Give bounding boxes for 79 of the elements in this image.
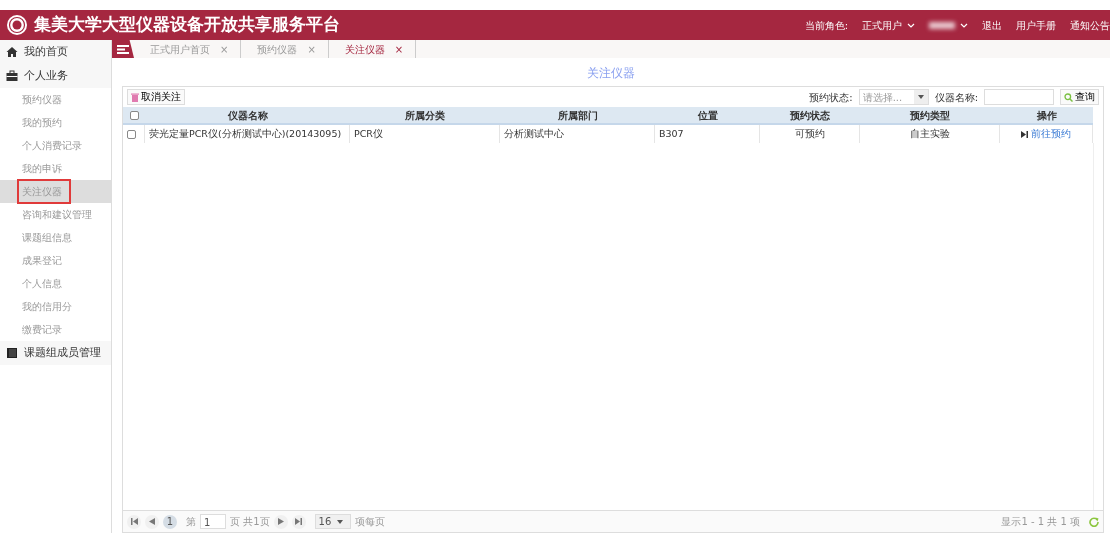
name-input-field[interactable]	[984, 89, 1054, 105]
page-count: 页 共1页	[230, 515, 270, 529]
role-label: 当前角色:	[804, 18, 848, 33]
page-size-select[interactable]: 16	[314, 514, 351, 529]
header-link[interactable]: 退出	[982, 17, 1002, 33]
briefcase-icon	[6, 70, 18, 82]
last-icon	[295, 518, 303, 525]
site-title: 集美大学大型仪器设备开放共享服务平台	[34, 13, 340, 37]
table-cell: 可预约	[760, 125, 860, 143]
first-page-button[interactable]	[127, 514, 141, 529]
caret-icon	[917, 95, 924, 99]
caret-icon	[337, 519, 344, 524]
filter-label: 仪器名称:	[934, 90, 978, 105]
home-icon	[6, 46, 18, 58]
sidebar-item[interactable]: 关注仪器	[0, 180, 111, 203]
sidebar-group[interactable]: 我的首页	[0, 40, 111, 64]
search-button[interactable]: 查询	[1060, 89, 1099, 105]
sidebar-group[interactable]: 课题组成员管理	[0, 341, 111, 365]
close-button[interactable]: ×	[394, 41, 404, 57]
chevron-icon	[960, 22, 968, 28]
page-input-field[interactable]: 1	[200, 514, 226, 529]
select-all-checkbox[interactable]	[129, 110, 139, 120]
header-link[interactable]: 通知公告	[1070, 17, 1110, 33]
logo-icon	[6, 14, 28, 36]
reserve-link[interactable]: 前往预约	[1021, 126, 1071, 142]
trash-icon	[131, 92, 139, 102]
sidebar-item[interactable]: 预约仪器	[0, 88, 111, 111]
sidebar-item[interactable]: 我的预约	[0, 111, 111, 134]
sidebar-item[interactable]: 我的申诉	[0, 157, 111, 180]
table-cell: 分析测试中心	[500, 125, 655, 143]
first-icon	[130, 518, 138, 525]
skip-icon	[1021, 130, 1029, 138]
column-header: 位置	[655, 107, 760, 125]
close-button[interactable]: ×	[220, 41, 229, 57]
table-cell: 自主实验	[860, 125, 1000, 143]
table-cell: 荧光定量PCR仪(分析测试中心)(20143095)	[145, 125, 350, 143]
role-dropdown[interactable]: 正式用户	[862, 17, 915, 33]
tab[interactable]: 预约仪器 ×	[241, 40, 329, 58]
sidebar-item[interactable]: 成果登记	[0, 249, 111, 272]
record-summary: 显示1 - 1 共 1 项	[1001, 515, 1080, 529]
book-icon	[6, 347, 18, 359]
sidebar-item[interactable]: 个人信息	[0, 272, 111, 295]
column-header: 预约状态	[760, 107, 860, 125]
prev-page-button[interactable]	[145, 514, 159, 529]
header-link[interactable]: 用户手册	[1016, 17, 1056, 33]
last-page-button[interactable]	[291, 514, 306, 529]
user-dropdown[interactable]	[929, 21, 968, 29]
search-icon	[1064, 92, 1073, 102]
per-page-label: 项每页	[354, 515, 385, 529]
filter-label: 预约状态:	[809, 90, 853, 105]
page-label: 第	[186, 515, 196, 529]
sidebar-item[interactable]: 咨询和建议管理	[0, 203, 111, 226]
column-header: 所属分类	[350, 107, 500, 125]
tab[interactable]: 关注仪器 ×	[328, 40, 417, 58]
sidebar-group[interactable]: 个人业务	[0, 64, 111, 88]
column-header: 操作	[1000, 107, 1093, 125]
prev-icon	[149, 518, 155, 525]
column-header: 所属部门	[500, 107, 655, 125]
sidebar-item[interactable]: 个人消费记录	[0, 134, 111, 157]
unfollow-button[interactable]: 取消关注	[127, 89, 185, 105]
menu-icon	[117, 44, 129, 54]
menu-toggle[interactable]	[112, 40, 134, 58]
page-title: 关注仪器	[587, 66, 635, 80]
page-number-button[interactable]: 1	[163, 514, 177, 529]
next-icon	[277, 518, 284, 525]
close-button[interactable]: ×	[307, 41, 316, 57]
tab[interactable]: 正式用户首页 ×	[134, 40, 242, 58]
next-page-button[interactable]	[273, 514, 288, 529]
sidebar-item[interactable]: 课题组信息	[0, 226, 111, 249]
refresh-icon	[1089, 517, 1099, 527]
status-select[interactable]: 请选择...	[858, 89, 929, 105]
column-header: 仪器名称	[145, 107, 350, 125]
table-cell: PCR仪	[350, 125, 500, 143]
chevron-icon	[907, 22, 915, 28]
sidebar-item[interactable]: 我的信用分	[0, 295, 111, 318]
row-checkbox[interactable]	[127, 129, 136, 139]
column-header: 预约类型	[860, 107, 1000, 125]
sidebar-item[interactable]: 缴费记录	[0, 318, 111, 341]
table-cell: B307	[655, 125, 760, 143]
